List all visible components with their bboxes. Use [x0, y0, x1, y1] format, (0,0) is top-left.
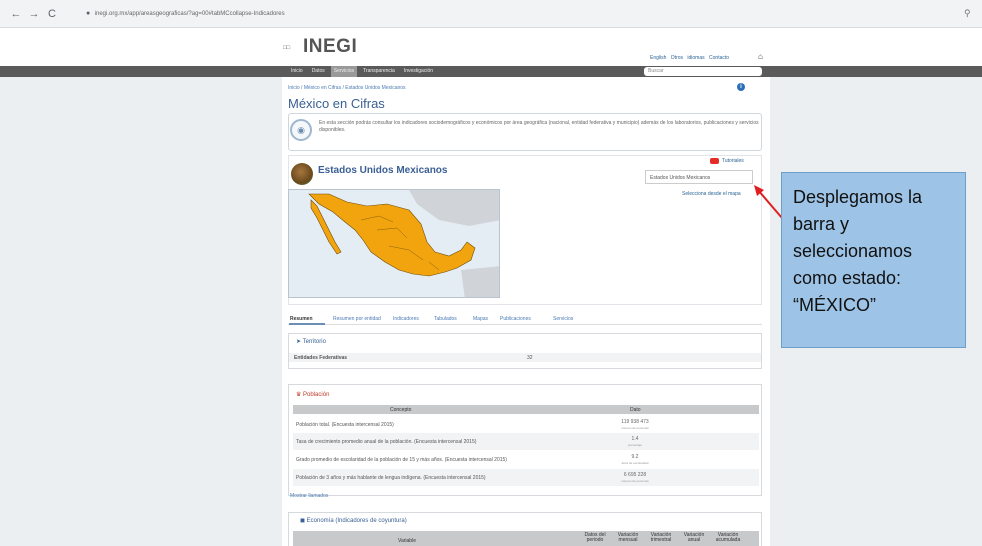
poblacion-row-concept: Población de 3 años y más hablante de le…: [296, 475, 486, 481]
poblacion-heading: ♛ Población: [296, 391, 329, 398]
top-links[interactable]: English Otros idiomas Contacto: [650, 55, 729, 61]
tutoriales-link[interactable]: Tutoriales: [722, 158, 744, 164]
tab-mapas[interactable]: Mapas: [473, 313, 488, 325]
page-title: México en Cifras: [288, 96, 385, 111]
nav-item-transparencia[interactable]: Transparencia: [360, 66, 398, 77]
poblacion-row-concept: Grado promedio de escolaridad de la pobl…: [296, 457, 507, 463]
nav-item-datos[interactable]: Datos: [309, 66, 328, 77]
coat-of-arms-icon: [291, 163, 313, 185]
map-svg: [289, 190, 499, 297]
zoom-icon[interactable]: ⚲: [964, 8, 971, 19]
tab-resumen-por-entidad[interactable]: Resumen por entidad: [333, 313, 381, 325]
home-icon[interactable]: ⌂: [758, 52, 763, 61]
logo-mark: □□: [283, 45, 291, 51]
youtube-icon[interactable]: [710, 158, 719, 164]
nav-item-servicios[interactable]: Servicios: [330, 66, 358, 77]
callout-line: barra y: [793, 214, 850, 234]
mostrar-llamados-link[interactable]: Mostrar llamados: [290, 493, 328, 499]
territorio-icon: ➤: [296, 339, 303, 345]
column-variacion-trimestral: Variación trimestral: [650, 532, 672, 543]
select-from-map-link[interactable]: Selecciona desde el mapa: [682, 191, 741, 197]
page-margin-left: [0, 69, 282, 546]
column-variacion-anual: Variación anual: [683, 532, 705, 543]
tab-tabulados[interactable]: Tabulados: [434, 313, 457, 325]
tab-indicadores[interactable]: Indicadores: [393, 313, 419, 325]
callout-line: como estado:: [793, 268, 902, 288]
poblacion-heading-text: Población: [303, 392, 330, 398]
mexico-en-cifras-icon: ◉: [290, 119, 312, 141]
territorio-label: Entidades Federativas: [294, 355, 348, 361]
state-select-dropdown[interactable]: Estados Unidos Mexicanos: [645, 170, 753, 184]
instruction-callout: Desplegamos la barra y seleccionamos com…: [781, 172, 966, 348]
column-variacion-acumulada: Variación acumulada: [715, 532, 741, 543]
poblacion-icon: ♛: [296, 392, 304, 398]
active-tab-indicator: [289, 323, 325, 325]
tab-servicios[interactable]: Servicios: [553, 313, 573, 325]
forward-icon[interactable]: →: [28, 8, 40, 20]
territorio-row: [289, 353, 761, 362]
callout-line: seleccionamos: [793, 241, 913, 261]
reload-icon[interactable]: C: [46, 8, 58, 20]
poblacion-table-header: [293, 405, 759, 414]
column-datos-periodo: Datos del periodo: [584, 532, 606, 543]
territorio-section: [288, 333, 762, 369]
territorio-heading: ➤ Territorio: [296, 338, 326, 345]
poblacion-row-unit: porcentaje: [627, 443, 642, 447]
poblacion-row-concept: Tasa de crecimiento promedio anual de la…: [296, 439, 477, 445]
callout-line: Desplegamos la: [793, 187, 923, 207]
map-central-america-land: [461, 266, 499, 297]
main-navbar: [0, 66, 982, 77]
economia-icon: ◼: [300, 518, 307, 524]
entity-title: Estados Unidos Mexicanos: [318, 165, 448, 176]
address-url: inegi.org.mx/app/areasgeograficas/?ag=00…: [94, 11, 285, 17]
callout-line: “MÉXICO”: [793, 295, 876, 315]
back-icon[interactable]: ←: [10, 8, 22, 20]
poblacion-row-value: 119 938 473: [621, 419, 649, 425]
tab-publicaciones[interactable]: Publicaciones: [500, 313, 531, 325]
inegi-logo[interactable]: INEGI: [303, 36, 357, 58]
poblacion-row-unit: número de personas: [621, 426, 649, 430]
column-concepto: Concepto: [390, 407, 412, 413]
breadcrumb[interactable]: Inicio / México en Cifras / Estados Unid…: [288, 85, 406, 91]
column-dato: Dato: [630, 407, 641, 413]
site-search-input[interactable]: Buscar: [644, 67, 762, 76]
poblacion-row-unit: años de escolaridad: [621, 461, 649, 465]
mexico-map[interactable]: [288, 189, 500, 298]
column-variacion-mensual: Variación mensual: [617, 532, 639, 543]
poblacion-row-value: 6 695 228: [623, 472, 647, 478]
nav-menu: Inicio Datos Servicios Transparencia Inv…: [288, 66, 436, 77]
territorio-heading-text: Territorio: [302, 339, 326, 345]
poblacion-row-unit: número de personas: [621, 479, 649, 483]
intro-text: En esta sección podrás consultar los ind…: [319, 120, 759, 133]
poblacion-row-value: 1.4: [631, 436, 639, 442]
economia-heading: ◼ Economía (Indicadores de coyuntura): [300, 517, 407, 524]
nav-item-inicio[interactable]: Inicio: [288, 66, 306, 77]
economia-heading-text: Economía (Indicadores de coyuntura): [306, 518, 407, 524]
lock-icon: ●: [86, 10, 91, 17]
column-variable: Variable: [398, 538, 416, 544]
poblacion-row-value: 9.2: [631, 454, 639, 460]
info-icon[interactable]: i: [737, 83, 745, 91]
arrow-shaft: [757, 189, 783, 219]
territorio-value: 32: [527, 355, 533, 361]
address-bar[interactable]: ● inegi.org.mx/app/areasgeograficas/?ag=…: [86, 7, 962, 21]
nav-item-investigacion[interactable]: Investigación: [401, 66, 436, 77]
poblacion-row-concept: Población total. (Encuesta intercensal 2…: [296, 422, 394, 428]
